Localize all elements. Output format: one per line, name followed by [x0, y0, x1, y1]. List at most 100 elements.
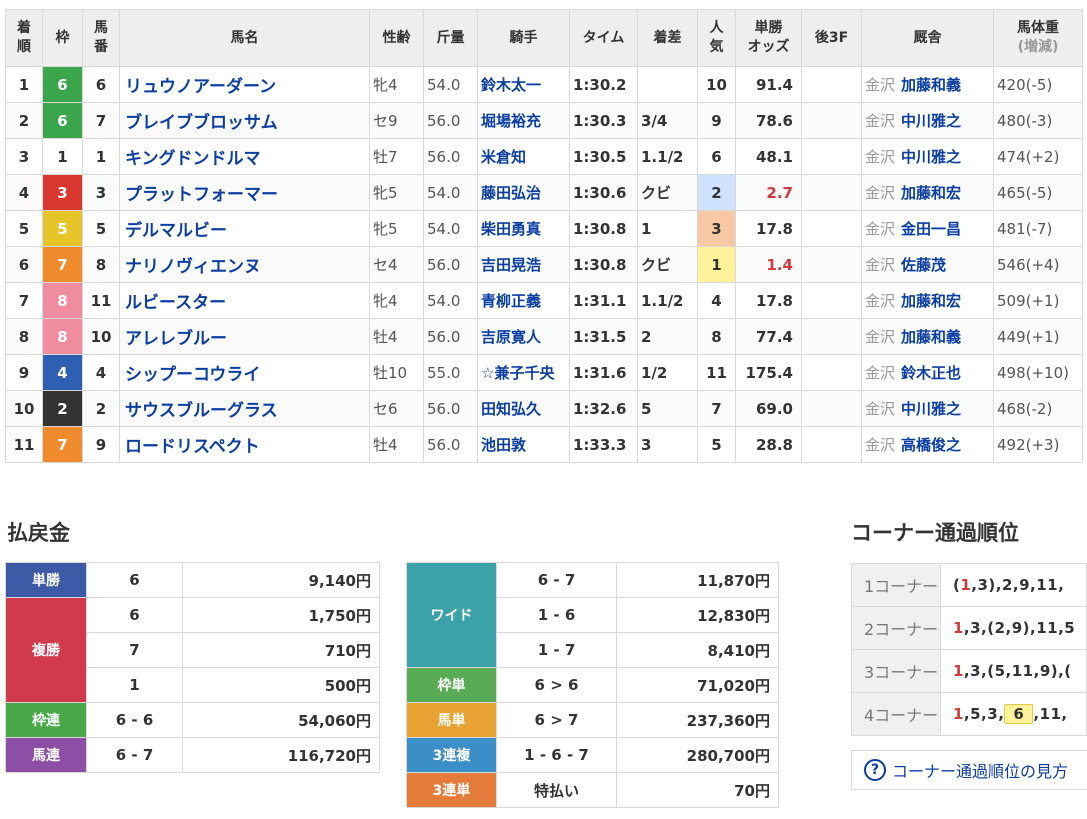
- horse-name-link[interactable]: シップーコウライ: [125, 365, 260, 385]
- horse-name-link[interactable]: プラットフォーマー: [125, 185, 278, 205]
- umaban-cell: 10: [82, 318, 120, 355]
- stable-cell[interactable]: 金沢 加藤和義: [861, 66, 994, 103]
- jockey-link[interactable]: 田知弘久: [481, 400, 541, 418]
- horse-name-link[interactable]: ブレイブブロッサム: [125, 113, 278, 133]
- bet-type-tansho: 単勝: [5, 562, 87, 598]
- body-weight-cell: 465(-5): [993, 174, 1083, 211]
- horse-name-link[interactable]: アレレブルー: [125, 329, 227, 349]
- jockey-link[interactable]: 柴田勇真: [481, 220, 541, 238]
- jockey-link[interactable]: 吉原寛人: [481, 328, 541, 346]
- jockey-link[interactable]: 藤田弘治: [481, 184, 541, 202]
- horse-name-link[interactable]: キングドンドルマ: [119, 138, 370, 175]
- jockey-link[interactable]: 米倉知: [481, 148, 526, 166]
- jockey-link[interactable]: 堀場裕充: [481, 112, 541, 130]
- horse-name-link[interactable]: ロードリスペクト: [119, 426, 370, 463]
- corner-order: 1,3,(5,11,9),(: [939, 649, 1087, 693]
- stable-cell[interactable]: 金沢 鈴木正也: [861, 354, 994, 391]
- trainer-link[interactable]: 中川雅之: [901, 112, 961, 130]
- margin-cell: 1.1/2: [637, 282, 698, 319]
- corner-label: 2コーナー: [851, 606, 941, 650]
- jockey-link[interactable]: 柴田勇真: [477, 210, 570, 247]
- horse-name-link[interactable]: ルビースター: [125, 293, 226, 313]
- trainer-link[interactable]: 佐藤茂: [901, 256, 946, 274]
- margin-cell: 1.1/2: [637, 138, 698, 175]
- jockey-link[interactable]: 藤田弘治: [477, 174, 570, 211]
- trainer-link[interactable]: 中川雅之: [901, 400, 961, 418]
- horse-name-link[interactable]: シップーコウライ: [119, 354, 370, 391]
- sex-age-cell: 牡4: [369, 426, 424, 463]
- last3f-cell: [801, 354, 862, 391]
- time-cell: 1:31.1: [569, 282, 638, 319]
- jockey-link[interactable]: 鈴木太一: [481, 76, 541, 94]
- trainer-link[interactable]: 中川雅之: [901, 148, 961, 166]
- jockey-link[interactable]: 青柳正義: [481, 292, 541, 310]
- stable-cell[interactable]: 金沢 中川雅之: [861, 138, 994, 175]
- weight-cell: 54.0: [423, 210, 478, 247]
- horse-name-link[interactable]: リュウノアーダーン: [119, 66, 370, 103]
- jockey-link[interactable]: 吉田晃浩: [481, 256, 541, 274]
- ninki-cell: 4: [697, 282, 736, 319]
- payout-combo: 6: [86, 562, 183, 598]
- stable-cell[interactable]: 金沢 中川雅之: [861, 390, 994, 427]
- jockey-link[interactable]: 鈴木太一: [477, 66, 570, 103]
- sex-age-cell: 牡4: [369, 318, 424, 355]
- help-icon: ?: [864, 759, 886, 781]
- corner-help-link[interactable]: ? コーナー通過順位の見方: [851, 750, 1087, 790]
- trainer-link[interactable]: 鈴木正也: [901, 364, 961, 382]
- horse-name-link[interactable]: ナリノヴィエンヌ: [119, 246, 370, 283]
- stable-cell[interactable]: 金沢 加藤和宏: [861, 282, 994, 319]
- horse-name-link[interactable]: リュウノアーダーン: [125, 77, 276, 97]
- horse-name-link[interactable]: ルビースター: [119, 282, 370, 319]
- jockey-link[interactable]: 池田敦: [477, 426, 570, 463]
- jockey-link[interactable]: 米倉知: [477, 138, 570, 175]
- jockey-link[interactable]: 堀場裕充: [477, 102, 570, 139]
- payout-amount: 8,410円: [616, 632, 779, 668]
- header-last3f: 後3F: [801, 9, 862, 67]
- margin-cell: クビ: [637, 246, 698, 283]
- stable-cell[interactable]: 金沢 金田一昌: [861, 210, 994, 247]
- weight-cell: 56.0: [423, 318, 478, 355]
- stable-cell[interactable]: 金沢 佐藤茂: [861, 246, 994, 283]
- horse-name-link[interactable]: デルマルビー: [119, 210, 370, 247]
- trainer-link[interactable]: 金田一昌: [901, 220, 961, 238]
- horse-name-link[interactable]: ロードリスペクト: [125, 437, 260, 457]
- horse-name-link[interactable]: プラットフォーマー: [119, 174, 370, 211]
- jockey-link[interactable]: 田知弘久: [477, 390, 570, 427]
- stable-cell[interactable]: 金沢 加藤和義: [861, 318, 994, 355]
- header-margin: 着差: [637, 9, 698, 67]
- horse-name-link[interactable]: サウスブルーグラス: [125, 401, 278, 421]
- horse-name-link[interactable]: アレレブルー: [119, 318, 370, 355]
- stable-cell[interactable]: 金沢 中川雅之: [861, 102, 994, 139]
- sex-age-cell: セ4: [369, 246, 424, 283]
- stable-cell[interactable]: 金沢 高橋俊之: [861, 426, 994, 463]
- corner-row: 4コーナー 1,5,3, 6,11,: [851, 692, 1087, 736]
- body-weight-cell: 420(-5): [993, 66, 1083, 103]
- trainer-link[interactable]: 加藤和宏: [901, 184, 961, 202]
- payout-combo: 6 - 7: [86, 737, 183, 773]
- jockey-link[interactable]: 青柳正義: [477, 282, 570, 319]
- ninki-cell: 5: [697, 426, 736, 463]
- horse-name-link[interactable]: ナリノヴィエンヌ: [125, 257, 261, 277]
- stable-region: 金沢: [865, 400, 896, 418]
- jockey-link[interactable]: 池田敦: [481, 436, 526, 454]
- odds-cell: 48.1: [735, 138, 802, 175]
- body-weight-cell: 509(+1): [993, 282, 1083, 319]
- payout-amount: 11,870円: [616, 562, 779, 598]
- horse-name-link[interactable]: ブレイブブロッサム: [119, 102, 370, 139]
- waku-cell: 3: [42, 174, 83, 211]
- horse-name-link[interactable]: キングドンドルマ: [125, 149, 261, 169]
- jockey-link[interactable]: ☆兼子千央: [481, 364, 554, 382]
- jockey-link[interactable]: 吉田晃浩: [477, 246, 570, 283]
- body-weight-cell: 474(+2): [993, 138, 1083, 175]
- trainer-link[interactable]: 高橋俊之: [901, 436, 961, 454]
- jockey-link[interactable]: 吉原寛人: [477, 318, 570, 355]
- ninki-cell: 8: [697, 318, 736, 355]
- stable-cell[interactable]: 金沢 加藤和宏: [861, 174, 994, 211]
- trainer-link[interactable]: 加藤和義: [901, 328, 961, 346]
- horse-name-link[interactable]: サウスブルーグラス: [119, 390, 370, 427]
- horse-name-link[interactable]: デルマルビー: [125, 221, 227, 241]
- trainer-link[interactable]: 加藤和宏: [901, 292, 961, 310]
- trainer-link[interactable]: 加藤和義: [901, 76, 961, 94]
- margin-cell: 1/2: [637, 354, 698, 391]
- jockey-link[interactable]: ☆兼子千央: [477, 354, 570, 391]
